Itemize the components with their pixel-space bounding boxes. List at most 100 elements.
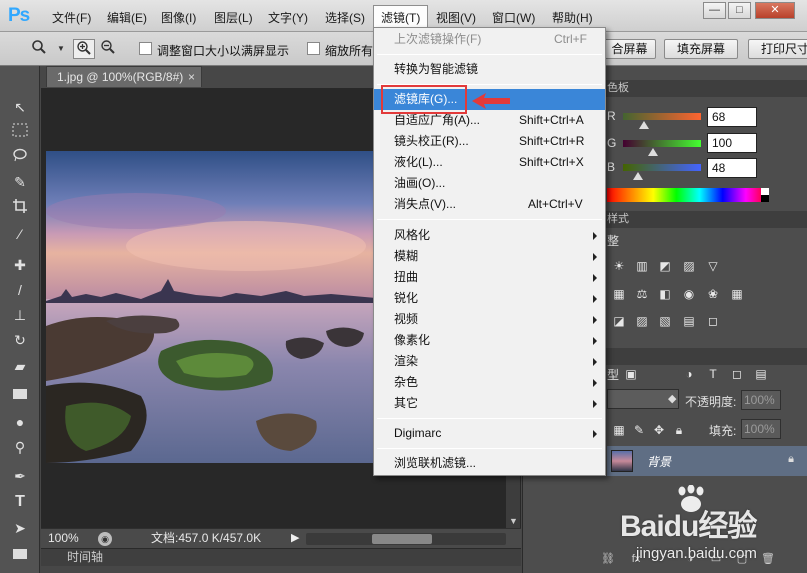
gradient-tool-icon[interactable] (8, 384, 32, 406)
menu-item-digimarc[interactable]: Digimarc (374, 423, 605, 444)
status-menu-arrow-icon[interactable]: ▶ (291, 529, 299, 548)
filter-smart-object-icon[interactable]: ▤ (753, 367, 769, 381)
scroll-down-arrow-icon[interactable]: ▼ (509, 516, 518, 526)
exposure-icon[interactable]: ▨ (681, 259, 697, 273)
red-slider-thumb[interactable] (639, 121, 650, 129)
menu-type[interactable]: 文字(Y) (268, 9, 308, 26)
posterize-icon[interactable]: ▨ (634, 314, 650, 328)
photo-filter-icon[interactable]: ◉ (681, 287, 697, 301)
history-brush-tool-icon[interactable]: ↻ (8, 329, 32, 351)
document-image[interactable] (46, 151, 376, 463)
color-spectrum-bar[interactable] (607, 188, 769, 202)
horizontal-scrollbar-thumb[interactable] (372, 534, 432, 544)
layer-name[interactable]: 背景 (647, 453, 671, 470)
dodge-tool-icon[interactable]: ⚲ (8, 436, 32, 458)
menu-item-other[interactable]: 其它 (374, 393, 605, 414)
gradient-map-icon[interactable]: ▤ (681, 314, 697, 328)
zoom-all-checkbox[interactable] (307, 42, 320, 55)
zoom-level[interactable]: 100% (48, 529, 79, 548)
minimize-button[interactable]: — (703, 2, 726, 19)
blue-slider-thumb[interactable] (632, 172, 643, 180)
green-slider-track[interactable] (623, 140, 701, 147)
filter-type-icon[interactable]: T (705, 367, 721, 381)
lock-all-icon[interactable]: 🔒︎ (671, 423, 687, 437)
menu-item-oil-paint[interactable]: 油画(O)... (374, 173, 605, 194)
quick-selection-tool-icon[interactable]: ✎ (8, 171, 32, 193)
horizontal-scrollbar[interactable] (306, 533, 506, 545)
menu-window[interactable]: 窗口(W) (492, 9, 535, 26)
black-white-swatch[interactable] (761, 188, 769, 202)
document-tab[interactable]: 1.jpg @ 100%(RGB/8#) × (46, 66, 202, 87)
rectangle-tool-icon[interactable] (8, 544, 32, 566)
menu-item-browse-online-filters[interactable]: 浏览联机滤镜... (374, 453, 605, 474)
menu-item-last-filter[interactable]: 上次滤镜操作(F) Ctrl+F (374, 29, 605, 50)
color-balance-icon[interactable]: ⚖ (634, 287, 650, 301)
fit-screen-button[interactable]: 合屏幕 (603, 39, 656, 59)
clone-stamp-tool-icon[interactable]: ⊥ (8, 304, 32, 326)
status-info-icon[interactable]: ◉ (98, 532, 112, 546)
print-size-button[interactable]: 打印尺寸 (748, 39, 807, 59)
lock-transparent-icon[interactable]: ▦ (611, 423, 627, 437)
brush-tool-icon[interactable]: / (8, 279, 32, 301)
menu-item-video[interactable]: 视频 (374, 309, 605, 330)
filter-shape-icon[interactable]: ◻ (729, 367, 745, 381)
blur-tool-icon[interactable]: ● (8, 411, 32, 433)
zoom-out-icon[interactable] (97, 39, 119, 59)
red-value-input[interactable]: 68 (707, 107, 757, 127)
menu-help[interactable]: 帮助(H) (552, 9, 593, 26)
layer-row-background[interactable]: 背景 🔒︎ (607, 446, 807, 476)
filter-adjustment-icon[interactable]: ◑ (681, 367, 697, 381)
menu-item-noise[interactable]: 杂色 (374, 372, 605, 393)
green-slider-thumb[interactable] (648, 148, 659, 156)
blue-value-input[interactable]: 48 (707, 158, 757, 178)
menu-item-lens-correction[interactable]: 镜头校正(R)... Shift+Ctrl+R (374, 131, 605, 152)
menu-item-render[interactable]: 渲染 (374, 351, 605, 372)
brightness-icon[interactable]: ☀ (611, 259, 627, 273)
hue-saturation-icon[interactable]: ▦ (611, 287, 627, 301)
blend-mode-select[interactable]: ◆ (607, 389, 679, 409)
resize-windows-checkbox[interactable] (139, 42, 152, 55)
crop-tool-icon[interactable] (8, 198, 32, 220)
menu-item-convert-smart-filter[interactable]: 转换为智能滤镜 (374, 59, 605, 80)
menu-item-distort[interactable]: 扭曲 (374, 267, 605, 288)
eyedropper-tool-icon[interactable]: ⁄ (8, 223, 32, 245)
menu-item-liquify[interactable]: 液化(L)... Shift+Ctrl+X (374, 152, 605, 173)
levels-icon[interactable]: ▥ (634, 259, 650, 273)
menu-item-vanishing-point[interactable]: 消失点(V)... Alt+Ctrl+V (374, 194, 605, 215)
close-tab-icon[interactable]: × (188, 67, 195, 87)
vibrance-icon[interactable]: ▽ (705, 259, 721, 273)
close-button[interactable]: ✕ (755, 2, 795, 19)
green-value-input[interactable]: 100 (707, 133, 757, 153)
fill-input[interactable]: 100% (741, 419, 781, 439)
lock-image-icon[interactable]: ✎ (631, 423, 647, 437)
black-white-icon[interactable]: ◧ (657, 287, 673, 301)
blue-slider-track[interactable] (623, 164, 701, 171)
type-tool-icon[interactable]: T (8, 491, 32, 513)
eraser-tool-icon[interactable]: ▰ (8, 355, 32, 377)
filter-pixel-icon[interactable]: ▣ (623, 367, 639, 381)
menu-edit[interactable]: 编辑(E) (107, 9, 147, 26)
menu-file[interactable]: 文件(F) (52, 9, 91, 26)
opacity-input[interactable]: 100% (741, 390, 781, 410)
invert-icon[interactable]: ◪ (611, 314, 627, 328)
fill-screen-button[interactable]: 填充屏幕 (664, 39, 738, 59)
menu-item-pixelate[interactable]: 像素化 (374, 330, 605, 351)
channel-mixer-icon[interactable]: ❀ (705, 287, 721, 301)
zoom-in-icon[interactable] (73, 39, 95, 59)
selective-color-icon[interactable]: ◻ (705, 314, 721, 328)
lasso-tool-icon[interactable] (8, 146, 32, 168)
menu-filter[interactable]: 滤镜(T) (381, 9, 420, 26)
path-selection-tool-icon[interactable]: ➤ (8, 517, 32, 539)
marquee-tool-icon[interactable] (8, 121, 32, 143)
red-slider-track[interactable] (623, 113, 701, 120)
zoom-tool-icon[interactable] (28, 39, 50, 59)
chevron-down-icon[interactable]: ▼ (50, 39, 72, 59)
threshold-icon[interactable]: ▧ (657, 314, 673, 328)
pen-tool-icon[interactable]: ✒ (8, 465, 32, 487)
menu-image[interactable]: 图像(I) (161, 9, 196, 26)
lock-position-icon[interactable]: ✥ (651, 423, 667, 437)
healing-brush-tool-icon[interactable]: ✚ (8, 254, 32, 276)
menu-layer[interactable]: 图层(L) (214, 9, 253, 26)
move-tool-icon[interactable]: ↖ (8, 96, 32, 118)
menu-item-stylize[interactable]: 风格化 (374, 225, 605, 246)
